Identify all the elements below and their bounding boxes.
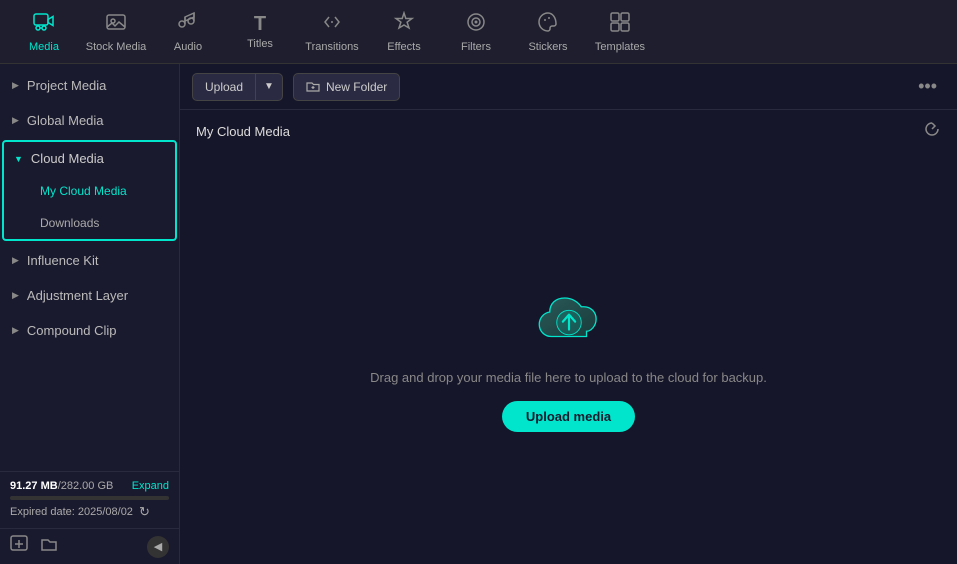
toolbar-item-transitions[interactable]: Transitions [296, 4, 368, 60]
audio-icon [177, 11, 199, 37]
sidebar-label-global-media: Global Media [27, 113, 104, 128]
sidebar-label-adjustment-layer: Adjustment Layer [27, 288, 128, 303]
effects-icon [393, 11, 415, 37]
toolbar-item-stickers[interactable]: Stickers [512, 4, 584, 60]
toolbar-label-titles: Titles [247, 38, 273, 50]
expired-date-row: Expired date: 2025/08/02 ↻ [10, 504, 169, 520]
upload-dropdown-arrow[interactable]: ▼ [256, 75, 282, 98]
upload-button[interactable]: Upload ▼ [192, 73, 283, 101]
upload-media-button[interactable]: Upload media [502, 401, 635, 432]
transitions-icon [321, 11, 343, 37]
sidebar-group-cloud-media: ▼ Cloud Media My Cloud Media Downloads [2, 140, 177, 241]
content-area: Upload ▼ New Folder ••• My Cloud Media [180, 64, 957, 564]
open-folder-icon[interactable] [40, 535, 58, 558]
sidebar-item-downloads[interactable]: Downloads [4, 207, 175, 239]
sidebar-label-project-media: Project Media [27, 78, 106, 93]
templates-icon [609, 11, 631, 37]
toolbar-label-stickers: Stickers [528, 41, 567, 53]
toolbar-item-audio[interactable]: Audio [152, 4, 224, 60]
content-refresh-button[interactable] [923, 120, 941, 143]
toolbar-label-filters: Filters [461, 41, 491, 53]
media-icon [33, 11, 55, 37]
toolbar-item-templates[interactable]: Templates [584, 4, 656, 60]
titles-icon: T [254, 14, 266, 34]
upload-button-label[interactable]: Upload [193, 74, 256, 100]
sidebar-nav: ▶ Project Media ▶ Global Media ▼ Cloud M… [0, 64, 179, 471]
new-folder-button[interactable]: New Folder [293, 73, 400, 101]
new-folder-label: New Folder [326, 80, 387, 94]
new-project-icon[interactable] [10, 535, 28, 558]
sidebar-label-my-cloud-media: My Cloud Media [40, 184, 127, 198]
filters-icon [465, 11, 487, 37]
sidebar-label-downloads: Downloads [40, 216, 99, 230]
stock-media-icon [105, 11, 127, 37]
toolbar-label-media: Media [29, 41, 59, 53]
toolbar-item-media[interactable]: Media [8, 4, 80, 60]
expand-storage-button[interactable]: Expand [132, 480, 169, 492]
chevron-right-icon: ▶ [12, 115, 19, 126]
toolbar-item-titles[interactable]: T Titles [224, 4, 296, 60]
sidebar-item-project-media[interactable]: ▶ Project Media [0, 68, 179, 103]
folder-plus-icon [306, 80, 320, 94]
content-toolbar: Upload ▼ New Folder ••• [180, 64, 957, 110]
sidebar-label-influence-kit: Influence Kit [27, 253, 99, 268]
toolbar-label-templates: Templates [595, 41, 645, 53]
storage-used: 91.27 MB/282.00 GB [10, 480, 113, 492]
sidebar-label-compound-clip: Compound Clip [27, 323, 117, 338]
toolbar-label-transitions: Transitions [305, 41, 358, 53]
sidebar-item-my-cloud-media[interactable]: My Cloud Media [4, 175, 175, 207]
sidebar-item-cloud-media[interactable]: ▼ Cloud Media [4, 142, 175, 175]
chevron-down-icon: ▼ [14, 154, 23, 164]
sidebar: ▶ Project Media ▶ Global Media ▼ Cloud M… [0, 64, 180, 564]
chevron-right-icon: ▶ [12, 290, 19, 301]
more-options-button[interactable]: ••• [910, 72, 945, 101]
sidebar-item-influence-kit[interactable]: ▶ Influence Kit [0, 243, 179, 278]
toolbar-item-stock-media[interactable]: Stock Media [80, 4, 152, 60]
sidebar-item-global-media[interactable]: ▶ Global Media [0, 103, 179, 138]
toolbar-item-filters[interactable]: Filters [440, 4, 512, 60]
cloud-upload-illustration [529, 284, 609, 354]
content-section-title: My Cloud Media [196, 124, 290, 139]
sidebar-label-cloud-media: Cloud Media [31, 151, 104, 166]
toolbar: Media Stock Media Audio T Titles [0, 0, 957, 64]
toolbar-label-effects: Effects [387, 41, 420, 53]
stickers-icon [537, 11, 559, 37]
chevron-right-icon: ▶ [12, 255, 19, 266]
sidebar-item-compound-clip[interactable]: ▶ Compound Clip [0, 313, 179, 348]
refresh-icon[interactable]: ↻ [139, 504, 150, 520]
toolbar-label-stock: Stock Media [86, 41, 147, 53]
content-header: My Cloud Media [180, 110, 957, 151]
drag-drop-label: Drag and drop your media file here to up… [370, 370, 767, 385]
toolbar-label-audio: Audio [174, 41, 202, 53]
expired-date-label: Expired date: 2025/08/02 [10, 506, 133, 518]
chevron-right-icon: ▶ [12, 80, 19, 91]
main-layout: ▶ Project Media ▶ Global Media ▼ Cloud M… [0, 64, 957, 564]
empty-state: Drag and drop your media file here to up… [180, 151, 957, 564]
sidebar-item-adjustment-layer[interactable]: ▶ Adjustment Layer [0, 278, 179, 313]
toolbar-item-effects[interactable]: Effects [368, 4, 440, 60]
sidebar-bottom-icons: ◀ [0, 528, 179, 564]
collapse-sidebar-button[interactable]: ◀ [147, 536, 169, 558]
storage-bar [10, 496, 169, 500]
sidebar-footer: 91.27 MB/282.00 GB Expand Expired date: … [0, 471, 179, 528]
chevron-right-icon: ▶ [12, 325, 19, 336]
